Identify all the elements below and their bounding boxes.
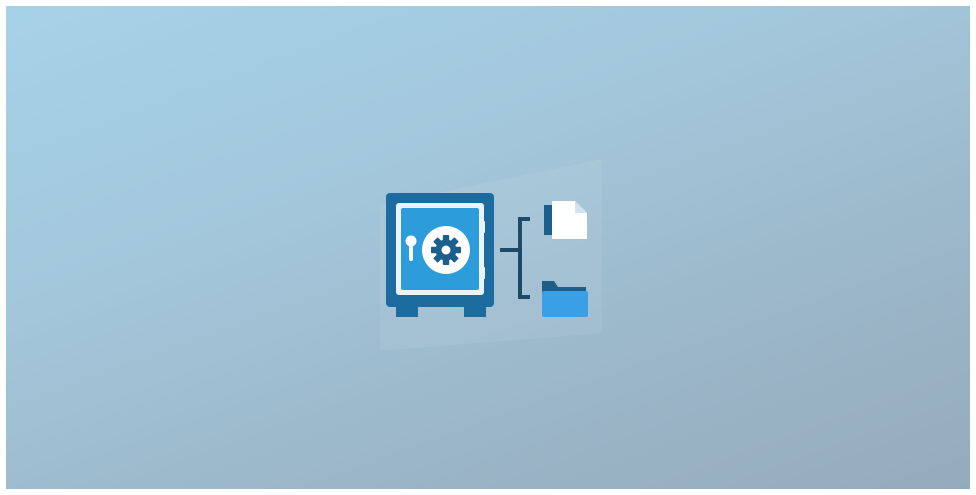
gear-icon [431,235,461,265]
safe-icon [386,193,494,317]
document-icon [544,201,587,239]
image-canvas [6,6,970,489]
backup-illustration [376,153,606,353]
